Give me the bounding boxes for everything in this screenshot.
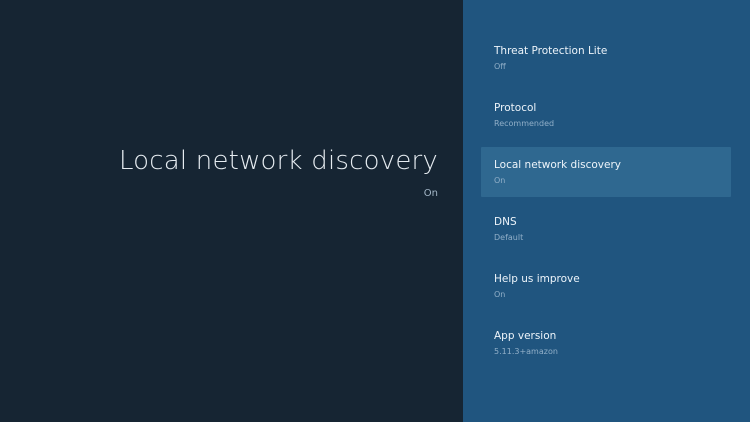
setting-dns[interactable]: DNS Default — [481, 204, 731, 254]
setting-threat-protection-lite[interactable]: Threat Protection Lite Off — [481, 33, 731, 83]
setting-local-network-discovery[interactable]: Local network discovery On — [481, 147, 731, 197]
setting-value: 5.11.3+amazon — [494, 347, 558, 356]
detail-value: On — [423, 188, 438, 199]
detail-panel: Local network discovery On — [0, 0, 463, 422]
setting-protocol[interactable]: Protocol Recommended — [481, 90, 731, 140]
settings-panel: Threat Protection Lite Off Protocol Reco… — [463, 0, 750, 422]
detail-title: Local network discovery — [118, 146, 438, 176]
setting-value: Recommended — [494, 119, 555, 128]
settings-list: Threat Protection Lite Off Protocol Reco… — [481, 33, 731, 375]
setting-value: On — [494, 176, 506, 185]
setting-app-version[interactable]: App version 5.11.3+amazon — [481, 318, 731, 368]
setting-title: Local network discovery — [494, 159, 621, 171]
setting-title: App version — [494, 330, 557, 342]
setting-value: On — [494, 290, 506, 299]
setting-value: Default — [494, 233, 524, 242]
setting-title: Threat Protection Lite — [494, 45, 608, 57]
setting-help-us-improve[interactable]: Help us improve On — [481, 261, 731, 311]
setting-title: Protocol — [494, 102, 537, 114]
setting-title: DNS — [494, 216, 517, 228]
setting-title: Help us improve — [494, 273, 580, 285]
setting-value: Off — [494, 62, 506, 71]
